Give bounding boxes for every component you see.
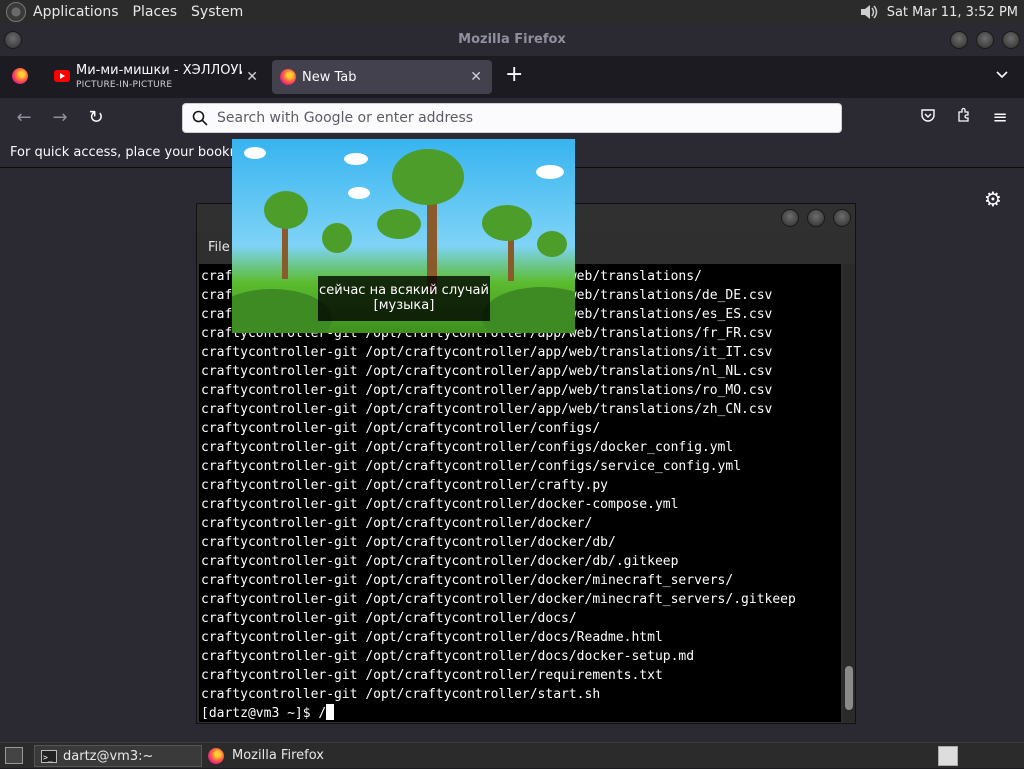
navigation-toolbar: ← → ↻ ≡ [0, 98, 1024, 138]
terminal-minimize-button[interactable] [781, 209, 799, 227]
bush [482, 287, 575, 333]
picture-in-picture-video[interactable]: сейчас на всякий случай [музыка] [232, 139, 575, 333]
taskbar-terminal[interactable]: dartz@vm3:~ [34, 745, 202, 769]
tree [482, 205, 532, 241]
terminal-lines: craftycontroller-git /opt/craftycontroll… [201, 267, 796, 722]
close-tab-icon[interactable]: ✕ [470, 69, 482, 85]
applications-menu[interactable]: Applications [26, 0, 126, 24]
tree [392, 149, 464, 205]
firefox-titlebar: Mozilla Firefox [0, 24, 1024, 56]
pocket-icon[interactable] [916, 106, 940, 130]
show-desktop-icon[interactable] [5, 747, 23, 764]
hamburger-menu-icon[interactable]: ≡ [988, 106, 1012, 130]
terminal-line: craftycontroller-git /opt/craftycontroll… [201, 402, 773, 417]
cloud [348, 187, 370, 199]
terminal-line: craftycontroller-git /opt/craftycontroll… [201, 611, 577, 626]
system-menu[interactable]: System [184, 0, 250, 24]
tab-title: Ми-ми-мишки - ХЭЛЛОУИН [76, 63, 242, 78]
tab-subtitle: PICTURE-IN-PICTURE [76, 80, 173, 90]
tree [264, 191, 308, 229]
terminal-line: craftycontroller-git /opt/craftycontroll… [201, 554, 679, 569]
volume-icon[interactable] [859, 3, 879, 21]
firefox-view-icon[interactable] [12, 68, 28, 84]
close-button[interactable] [1002, 31, 1020, 49]
scrollbar-thumb[interactable] [845, 666, 853, 710]
places-menu[interactable]: Places [126, 0, 185, 24]
terminal-line: craftycontroller-git /opt/craftycontroll… [201, 497, 679, 512]
terminal-close-button[interactable] [833, 209, 851, 227]
bush [232, 289, 332, 333]
list-all-tabs-chevron-icon[interactable] [994, 66, 1010, 86]
video-subtitles: сейчас на всякий случай [музыка] [318, 276, 490, 321]
tab-youtube[interactable]: Ми-ми-мишки - ХЭЛЛОУИН PICTURE-IN-PICTUR… [46, 60, 268, 94]
terminal-line: craftycontroller-git /opt/craftycontroll… [201, 383, 773, 398]
terminal-scrollbar[interactable] [843, 264, 855, 722]
address-bar[interactable] [182, 103, 842, 133]
minimize-button[interactable] [950, 31, 968, 49]
taskbar-label: dartz@vm3:~ [63, 749, 154, 764]
window-menu-button[interactable] [4, 31, 22, 49]
close-tab-icon[interactable]: ✕ [246, 69, 258, 85]
firefox-icon [280, 69, 296, 85]
cloud [244, 147, 266, 159]
terminal-line: craftycontroller-git /opt/craftycontroll… [201, 478, 608, 493]
address-input[interactable] [217, 108, 817, 128]
file-menu[interactable]: File [208, 240, 230, 255]
search-icon [192, 110, 208, 126]
terminal-line: craftycontroller-git /opt/craftycontroll… [201, 440, 734, 455]
terminal-line: craftycontroller-git /opt/craftycontroll… [201, 630, 663, 645]
terminal-cursor [326, 704, 335, 720]
terminal-maximize-button[interactable] [807, 209, 825, 227]
terminal-line: craftycontroller-git /opt/craftycontroll… [201, 535, 616, 550]
cloud [344, 153, 368, 165]
subtitle-line: [музыка] [373, 298, 435, 313]
tree [322, 223, 352, 253]
terminal-prompt: [dartz@vm3 ~]$ / [201, 704, 796, 722]
window-title: Mozilla Firefox [458, 32, 566, 47]
bottom-panel: dartz@vm3:~ Mozilla Firefox [0, 742, 1024, 769]
taskbar-firefox[interactable]: Mozilla Firefox [204, 745, 374, 767]
tab-title: New Tab [302, 70, 357, 85]
tree [377, 209, 421, 239]
terminal-line: craftycontroller-git /opt/craftycontroll… [201, 345, 773, 360]
extensions-icon[interactable] [952, 106, 976, 130]
workspace-switcher[interactable] [938, 746, 958, 766]
personalize-gear-icon[interactable]: ⚙ [982, 188, 1004, 210]
reload-icon[interactable]: ↻ [84, 106, 108, 130]
terminal-line: craftycontroller-git /opt/craftycontroll… [201, 592, 796, 607]
top-panel: Applications Places System Sat Mar 11, 3… [0, 0, 1024, 24]
terminal-line: craftycontroller-git /opt/craftycontroll… [201, 668, 663, 683]
terminal-line: craftycontroller-git /opt/craftycontroll… [201, 649, 695, 664]
new-tab-plus-icon[interactable]: + [505, 62, 523, 87]
tab-bar: Ми-ми-мишки - ХЭЛЛОУИН PICTURE-IN-PICTUR… [0, 56, 1024, 98]
forward-arrow-icon[interactable]: → [48, 106, 72, 130]
tab-new-tab[interactable]: New Tab ✕ [272, 60, 492, 94]
terminal-line: craftycontroller-git /opt/craftycontroll… [201, 364, 773, 379]
tree [537, 231, 567, 257]
taskbar-label: Mozilla Firefox [232, 748, 324, 763]
panel-tray: Sat Mar 11, 3:52 PM [859, 0, 1018, 24]
terminal-line: craftycontroller-git /opt/craftycontroll… [201, 421, 601, 436]
clock[interactable]: Sat Mar 11, 3:52 PM [887, 5, 1018, 20]
gnome-menu-icon[interactable] [6, 2, 26, 22]
cloud [536, 165, 564, 179]
firefox-icon [208, 748, 224, 764]
youtube-icon [54, 70, 70, 82]
back-arrow-icon[interactable]: ← [12, 106, 36, 130]
terminal-line: craftycontroller-git /opt/craftycontroll… [201, 573, 734, 588]
terminal-line: craftycontroller-git /opt/craftycontroll… [201, 459, 742, 474]
maximize-button[interactable] [976, 31, 994, 49]
terminal-line: craftycontroller-git /opt/craftycontroll… [201, 687, 601, 702]
subtitle-line: сейчас на всякий случай [319, 283, 489, 298]
terminal-line: craftycontroller-git /opt/craftycontroll… [201, 516, 593, 531]
terminal-icon [41, 747, 57, 769]
